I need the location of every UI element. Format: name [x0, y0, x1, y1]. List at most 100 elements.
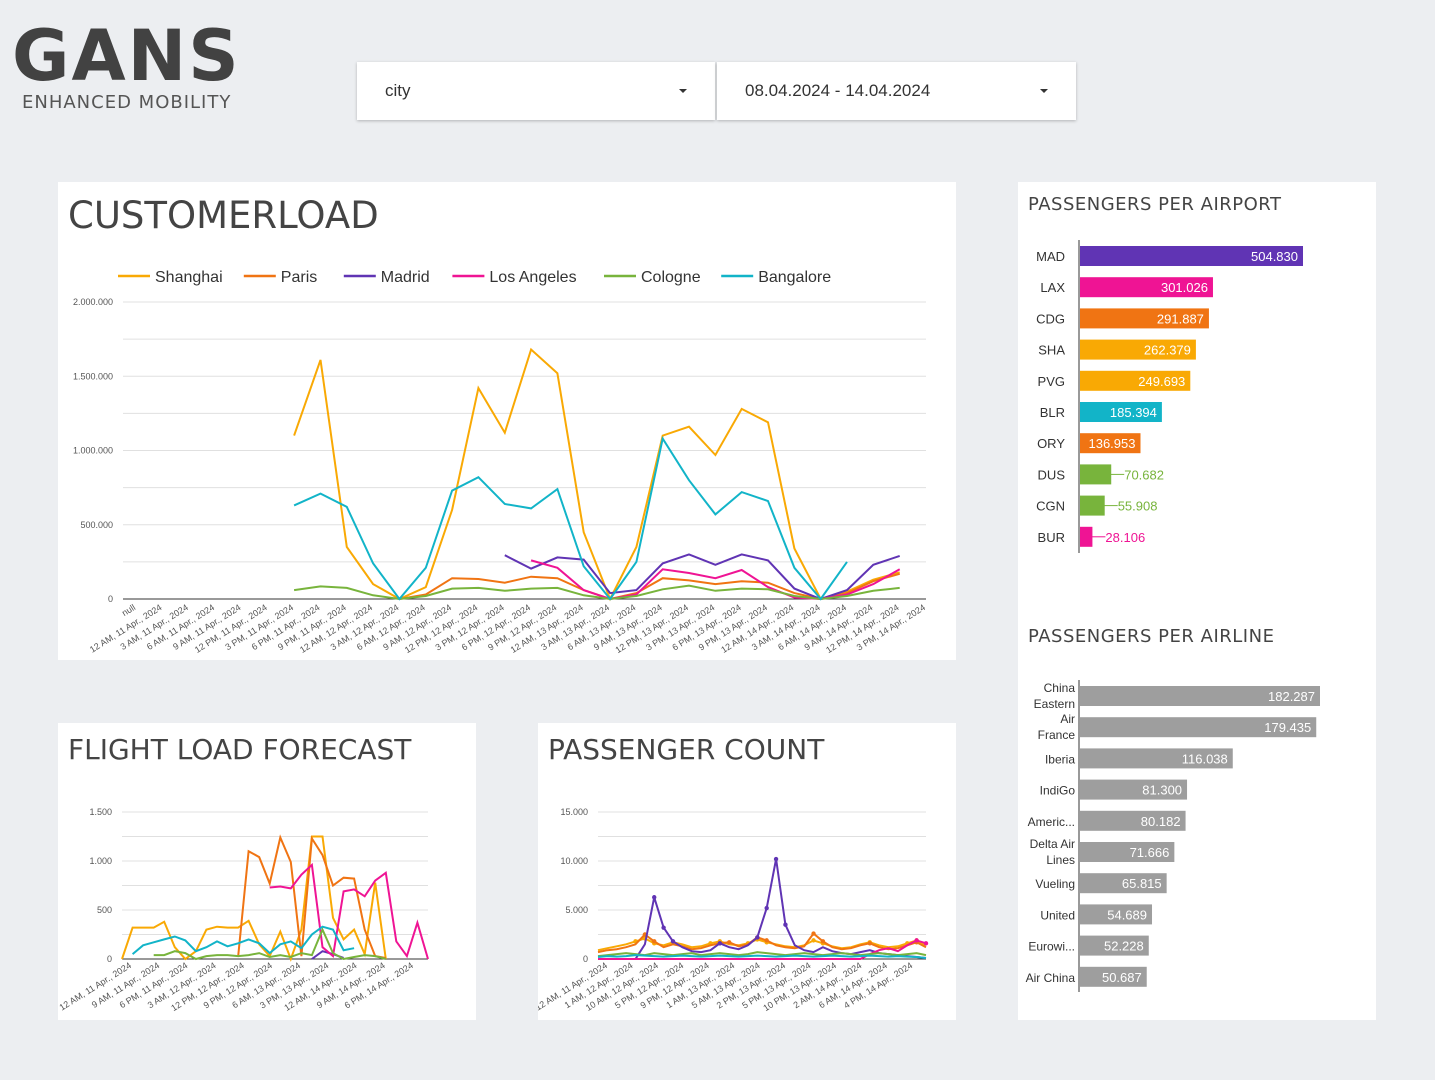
bar	[1080, 464, 1112, 485]
legend-label: Shanghai	[155, 269, 223, 286]
category-label: Air	[1060, 712, 1075, 726]
logo: GANS ENHANCED MOBILITY	[12, 18, 292, 113]
category-label: Americ...	[1028, 815, 1075, 829]
customerload-chart: 0500.0001.000.0001.500.0002.000.000null1…	[73, 269, 927, 655]
data-point	[670, 939, 676, 944]
data-label: 65.815	[1122, 876, 1162, 891]
data-label: 136.953	[1088, 436, 1135, 451]
category-label: Delta Air	[1030, 837, 1075, 851]
category-label: France	[1038, 728, 1076, 742]
passenger-count-chart: 05.00010.00015.00012 AM, 11 Apr., 20241 …	[538, 807, 929, 1013]
data-point	[923, 941, 929, 946]
logo-title: GANS	[12, 15, 241, 97]
y-tick-label: 15.000	[560, 807, 588, 817]
data-label: 182.287	[1268, 689, 1315, 704]
data-point	[914, 938, 919, 943]
y-tick-label: 0	[108, 594, 113, 604]
data-label: 52.228	[1104, 939, 1144, 954]
series-line-cologne	[293, 584, 900, 601]
data-label: 185.394	[1110, 405, 1157, 420]
data-label: 55.908	[1118, 499, 1158, 514]
data-point	[727, 940, 732, 945]
passenger-count-card: PASSENGER COUNT 0 5.000 10.000 15.000 12 AM,…	[538, 723, 956, 1020]
legend-label: Madrid	[381, 269, 430, 286]
y-tick-label: 1.500.000	[73, 371, 113, 381]
category-label: CDG	[1036, 311, 1065, 326]
data-point	[764, 905, 769, 911]
series-line-bangalore	[597, 954, 927, 959]
data-point	[717, 941, 723, 946]
data-label: 262.379	[1144, 343, 1191, 358]
category-label: DUS	[1038, 467, 1066, 482]
data-label: 80.182	[1141, 814, 1181, 829]
category-label: Iberia	[1045, 752, 1075, 766]
customerload-card: CUSTOMERLOAD 0 500.000 1.000.000 1.500.000 2…	[58, 182, 956, 660]
data-label: 291.887	[1157, 311, 1204, 326]
y-tick-label: 10.000	[560, 856, 588, 866]
data-label: 504.830	[1251, 249, 1298, 264]
passengers-card: PASSENGERS PER AIRPORT PASSENGERS PER AI…	[1018, 182, 1376, 1020]
data-point	[764, 938, 769, 943]
chevron-down-icon	[679, 89, 687, 93]
category-label: BLR	[1040, 405, 1065, 420]
legend-label: Bangalore	[758, 269, 831, 286]
data-label: 249.693	[1138, 374, 1185, 389]
category-label: Eurowi...	[1028, 940, 1075, 954]
category-label: IndiGo	[1040, 784, 1076, 798]
bar	[1080, 526, 1093, 547]
data-point	[811, 931, 816, 936]
data-point	[773, 856, 779, 862]
data-point	[811, 938, 816, 943]
series-line-paris	[237, 834, 386, 959]
y-tick-label: 2.000.000	[73, 297, 113, 307]
y-tick-label: 0	[107, 954, 112, 964]
category-label: Air China	[1026, 971, 1076, 985]
y-tick-label: 1.500	[89, 807, 112, 817]
data-label: 71.666	[1130, 845, 1170, 860]
category-label: LAX	[1040, 280, 1065, 295]
data-label: 301.026	[1161, 280, 1208, 295]
x-tick-label: null	[120, 602, 137, 618]
data-point	[783, 922, 788, 927]
data-label: 116.038	[1182, 751, 1228, 766]
category-label: China	[1044, 681, 1076, 695]
data-point	[661, 925, 666, 930]
logo-subtitle: ENHANCED MOBILITY	[22, 92, 232, 113]
forecast-card: FLIGHT LOAD FORECAST 0 500 1.000 1.500 12 AM…	[58, 723, 476, 1020]
date-range-dropdown[interactable]: 08.04.2024 - 14.04.2024	[717, 62, 1076, 120]
data-label: 28.106	[1105, 530, 1145, 545]
data-label: 81.300	[1142, 783, 1182, 798]
legend-label: Los Angeles	[489, 269, 576, 286]
category-label: MAD	[1036, 249, 1065, 264]
forecast-chart: 05001.0001.50012 AM, 11 Apr., 20249 AM, …	[58, 807, 429, 1013]
category-label: ORY	[1037, 436, 1065, 451]
data-point	[755, 935, 760, 940]
y-tick-label: 1.000	[89, 856, 112, 866]
passengers-bar-charts: MAD 504.830 LAX 301.026 CDG 291.887 SHA 262.379…	[1026, 240, 1320, 992]
series-line-shanghai	[597, 937, 927, 952]
category-label: Lines	[1046, 853, 1075, 867]
category-label: PVG	[1038, 374, 1065, 389]
series-line-bangalore	[293, 435, 848, 601]
data-label: 54.689	[1107, 907, 1147, 922]
category-label: Eastern	[1034, 697, 1075, 711]
data-point	[820, 939, 826, 944]
category-label: CGN	[1036, 499, 1065, 514]
data-label: 179.435	[1264, 720, 1311, 735]
y-tick-label: 1.000.000	[73, 446, 113, 456]
legend-label: Paris	[281, 269, 317, 286]
category-label: SHA	[1038, 343, 1065, 358]
data-point	[652, 895, 657, 900]
bar	[1080, 495, 1105, 516]
series-line-madrid	[504, 553, 901, 601]
data-point	[652, 939, 657, 944]
city-dropdown[interactable]: city	[357, 62, 715, 120]
data-label: 50.687	[1102, 970, 1142, 985]
category-label: Vueling	[1035, 877, 1075, 891]
legend-label: Cologne	[641, 269, 701, 286]
date-range-label: 08.04.2024 - 14.04.2024	[745, 81, 931, 100]
data-point	[867, 941, 872, 946]
data-label: 70.682	[1124, 467, 1164, 482]
category-label: BUR	[1038, 530, 1065, 545]
city-dropdown-label: city	[385, 81, 411, 100]
